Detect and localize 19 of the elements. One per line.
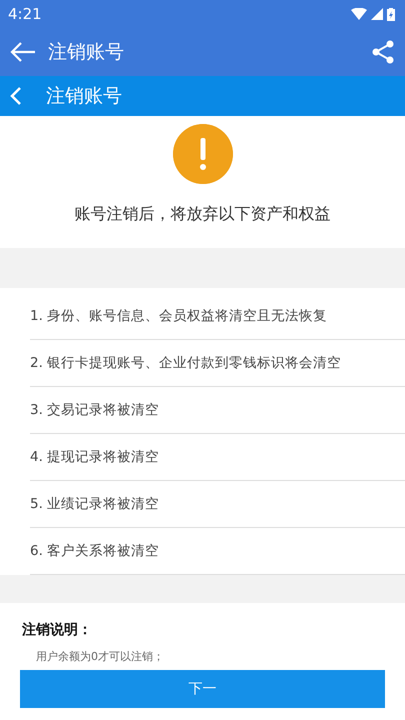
section-title: 注销说明： xyxy=(22,621,93,639)
wifi-icon xyxy=(351,8,367,20)
warning-icon xyxy=(172,124,232,184)
list-item: 3. 交易记录将被清空 xyxy=(30,387,405,434)
page-title: 注销账号 xyxy=(46,84,122,109)
toolbar-title: 注销账号 xyxy=(48,40,125,65)
status-time: 4:21 xyxy=(8,5,42,23)
list-item: 2. 银行卡提现账号、企业付款到零钱标识将会清空 xyxy=(30,340,405,387)
signal-icon xyxy=(371,8,383,20)
back-arrow-icon[interactable] xyxy=(10,41,36,63)
notice-text: 账号注销后，将放弃以下资产和权益 xyxy=(74,204,330,225)
battery-icon xyxy=(387,8,395,20)
list-item: 5. 业绩记录将被清空 xyxy=(30,481,405,528)
share-icon[interactable] xyxy=(371,40,395,64)
next-button[interactable]: 下一 xyxy=(20,670,385,708)
list-item: 4. 提现记录将被清空 xyxy=(30,434,405,481)
back-chevron-icon[interactable] xyxy=(10,86,22,106)
explanation-text: 用户余额为0才可以注销； xyxy=(35,649,165,664)
list-item: 1. 身份、账号信息、会员权益将清空且无法恢复 xyxy=(30,293,405,340)
